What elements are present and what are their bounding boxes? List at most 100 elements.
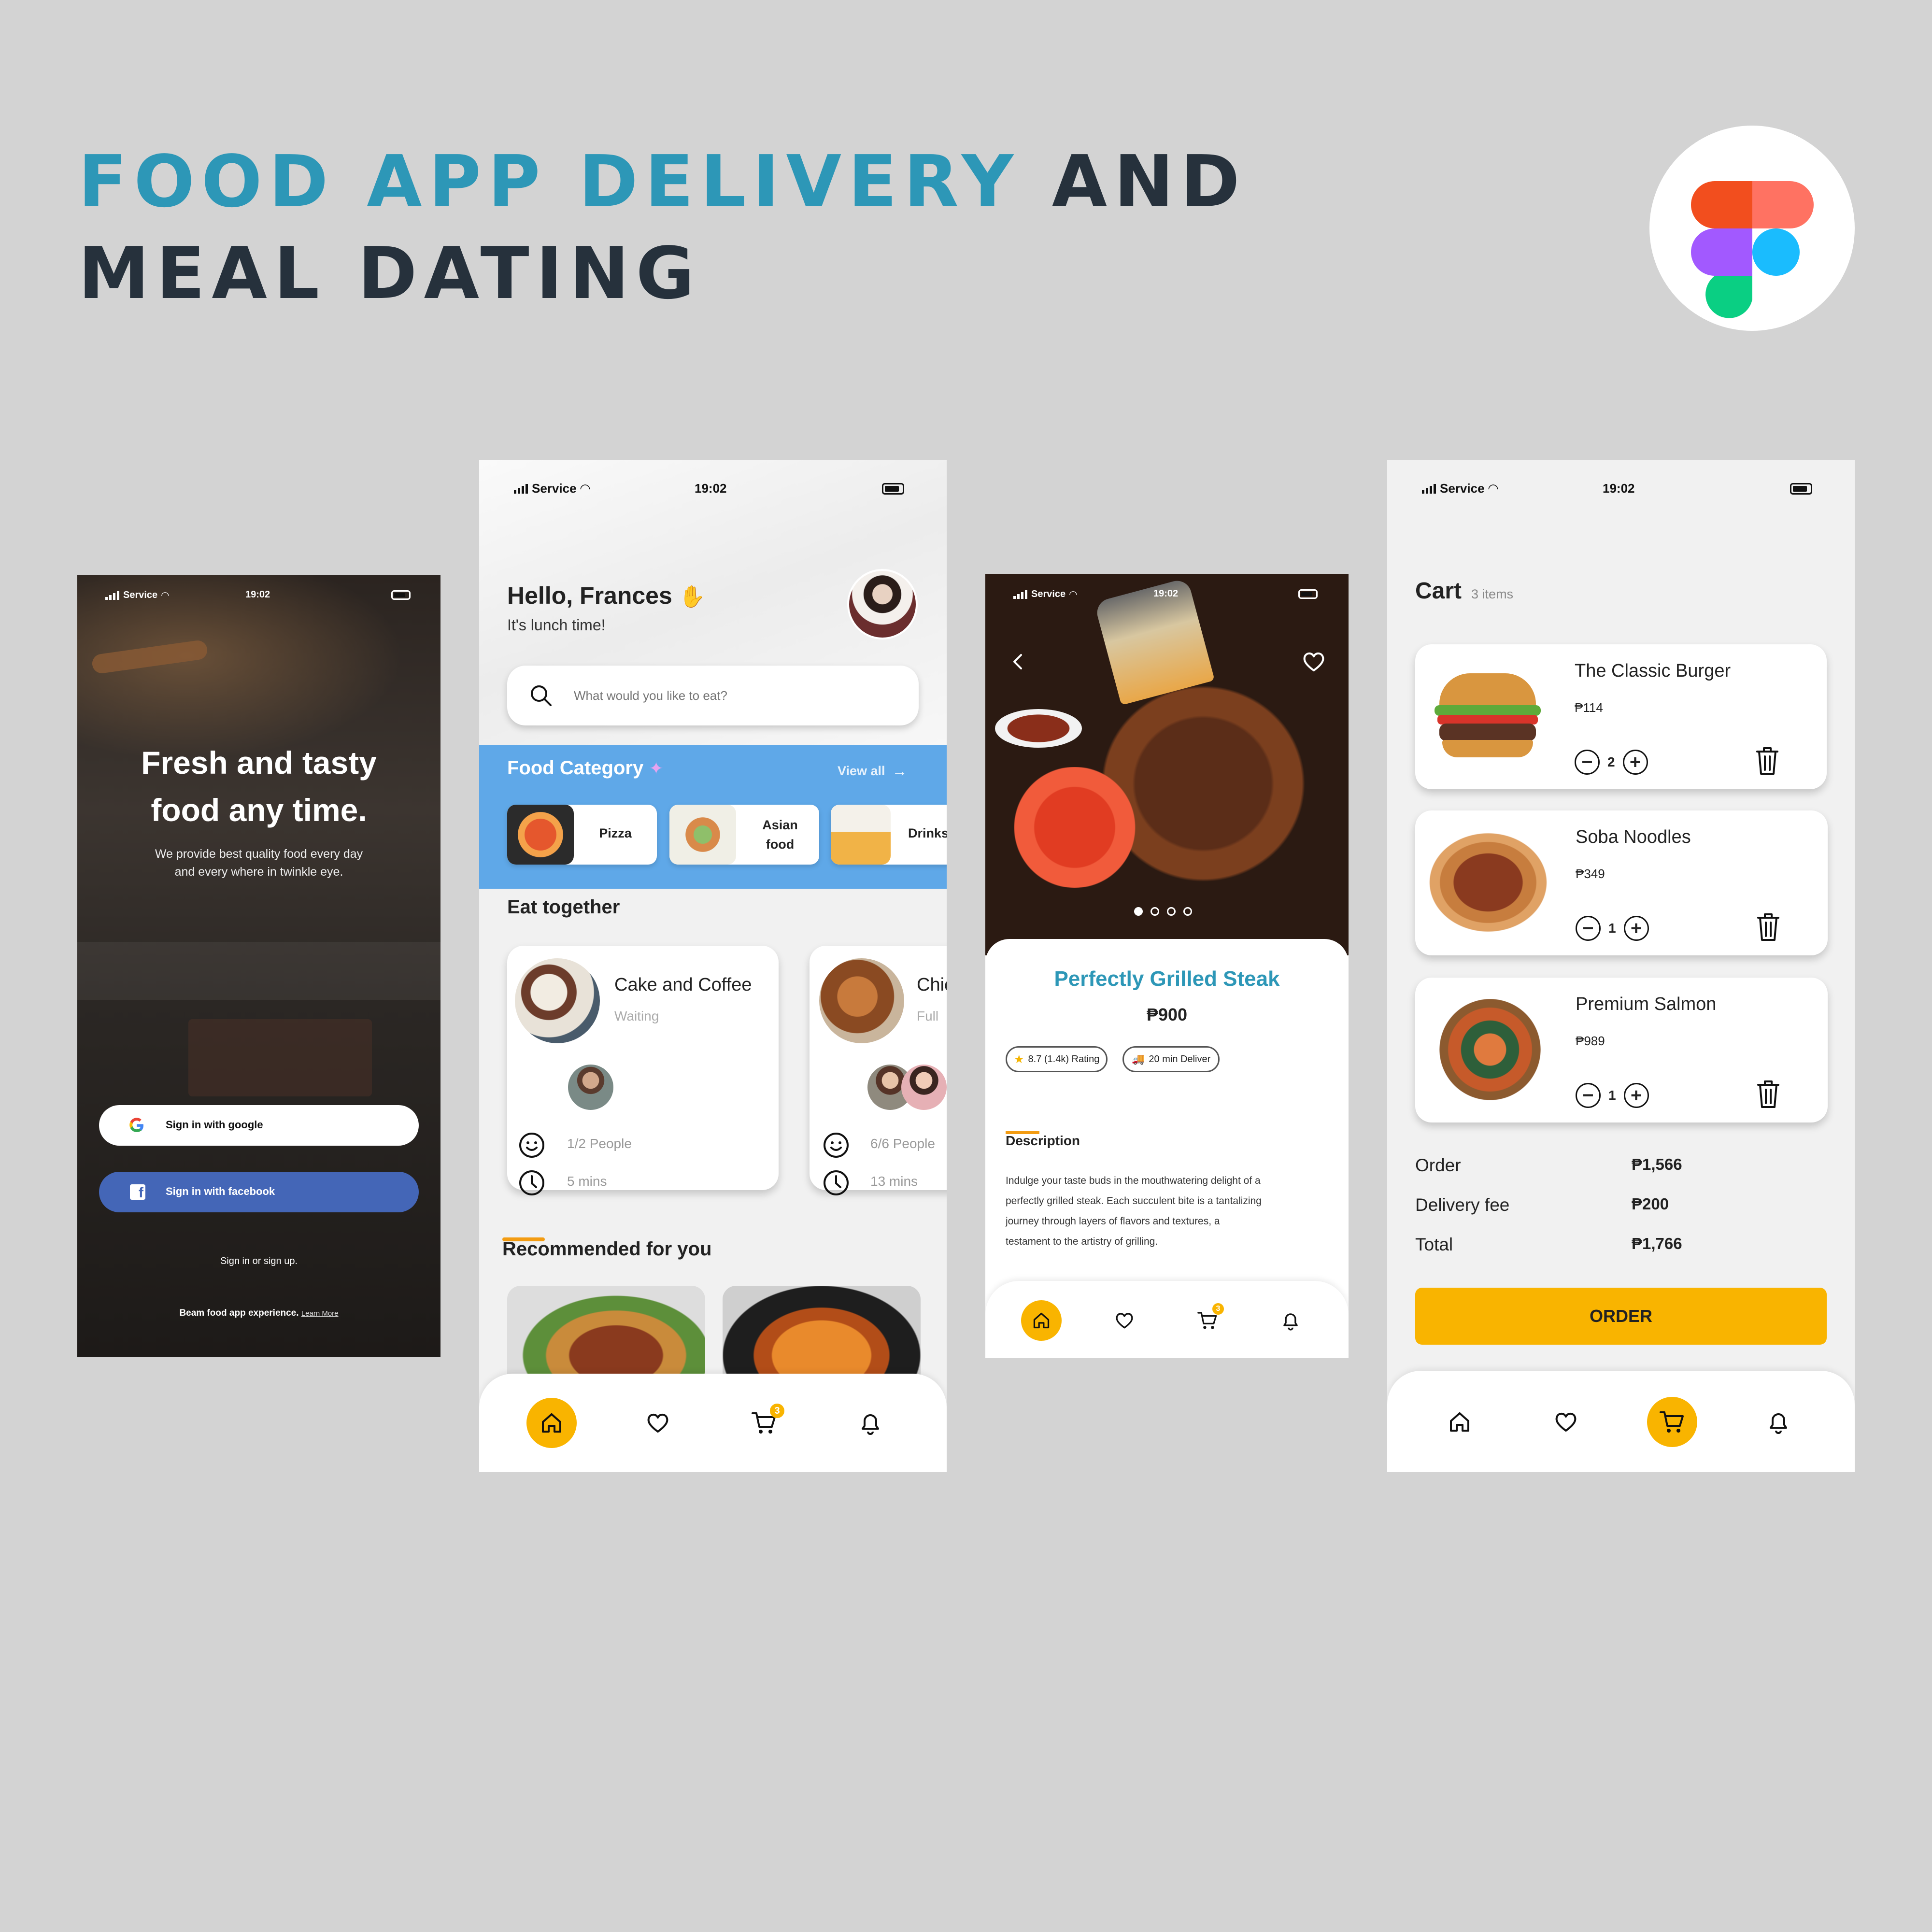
cafe-counter bbox=[188, 1019, 372, 1096]
qty-value: 1 bbox=[1608, 1088, 1616, 1103]
cart-count-badge: 3 bbox=[1212, 1303, 1224, 1315]
drinks-image bbox=[831, 805, 891, 865]
signal-indicator: Service ◠ bbox=[514, 481, 590, 496]
learn-more-link[interactable]: Learn More bbox=[301, 1309, 339, 1318]
figma-logo-badge bbox=[1649, 126, 1855, 331]
signal-icon bbox=[514, 483, 528, 494]
battery-icon bbox=[391, 590, 411, 600]
carousel-dots bbox=[1134, 907, 1192, 916]
battery-icon bbox=[882, 483, 904, 495]
delivery-pill: 🚚 20 min Deliver bbox=[1122, 1046, 1220, 1072]
cart-item-price: ₱989 bbox=[1576, 1034, 1605, 1048]
carousel-dot[interactable] bbox=[1167, 907, 1176, 916]
clock-time: 19:02 bbox=[1603, 481, 1635, 496]
food-detail-screen: Service ◠ 19:02 Perfectly Grilled Steak … bbox=[985, 574, 1349, 1358]
avatar[interactable] bbox=[847, 569, 918, 639]
decrease-qty-button[interactable]: − bbox=[1575, 750, 1600, 775]
facebook-signin-button[interactable]: f Sign in with facebook bbox=[99, 1172, 419, 1212]
nav-favorites[interactable] bbox=[1541, 1397, 1591, 1447]
nav-favorites[interactable] bbox=[633, 1398, 683, 1448]
participant-avatar[interactable] bbox=[901, 1065, 947, 1110]
back-icon[interactable] bbox=[1009, 651, 1028, 672]
nav-home[interactable] bbox=[1435, 1397, 1485, 1447]
quantity-stepper: − 1 + bbox=[1576, 916, 1649, 941]
nav-home[interactable] bbox=[1021, 1300, 1062, 1341]
total-value: ₱1,766 bbox=[1632, 1235, 1682, 1252]
decrease-qty-button[interactable]: − bbox=[1576, 1083, 1601, 1108]
login-footer: Beam food app experience. Learn More bbox=[77, 1308, 440, 1319]
waving-hand-icon: ✋ bbox=[679, 585, 706, 609]
delivery-text: 20 min Deliver bbox=[1149, 1053, 1211, 1065]
nav-notifications[interactable] bbox=[1753, 1397, 1804, 1447]
eat-card-status: Full bbox=[917, 1009, 939, 1023]
carrier-label: Service bbox=[123, 590, 158, 600]
view-all-link[interactable]: View all → bbox=[838, 762, 908, 780]
increase-qty-button[interactable]: + bbox=[1622, 750, 1648, 775]
dish-price: ₱900 bbox=[1146, 1005, 1188, 1024]
cake-coffee-image bbox=[515, 958, 600, 1043]
trash-icon[interactable] bbox=[1754, 1078, 1782, 1110]
eat-card-people: 1/2 People bbox=[567, 1136, 632, 1151]
smile-icon bbox=[519, 1133, 544, 1158]
sauce-bowl bbox=[995, 709, 1082, 748]
cart-item-name: Premium Salmon bbox=[1576, 994, 1717, 1014]
nav-notifications[interactable] bbox=[845, 1398, 895, 1448]
description-line: journey through layers of flavors and te… bbox=[1006, 1216, 1220, 1227]
eat-together-card[interactable]: Cake and Coffee Waiting 1/2 People 5 min… bbox=[507, 946, 779, 1195]
status-bar: Service ◠ 19:02 bbox=[985, 588, 1349, 602]
trash-icon[interactable] bbox=[1753, 745, 1781, 777]
carousel-dot[interactable] bbox=[1151, 907, 1159, 916]
page-title-blue: FOOD APP DELIVERY bbox=[78, 140, 1021, 223]
clock-time: 19:02 bbox=[245, 589, 270, 600]
increase-qty-button[interactable]: + bbox=[1623, 916, 1649, 941]
nav-cart[interactable]: 3 bbox=[739, 1398, 789, 1448]
page-title-dark: AND bbox=[1051, 140, 1247, 223]
search-bar[interactable] bbox=[507, 666, 919, 725]
eat-card-people: 6/6 People bbox=[870, 1136, 935, 1151]
delivery-truck-icon: 🚚 bbox=[1132, 1053, 1145, 1065]
nav-cart[interactable] bbox=[1647, 1397, 1697, 1447]
heart-icon[interactable] bbox=[1300, 648, 1327, 675]
page-title-line-1: FOOD APP DELIVERY AND bbox=[78, 146, 1247, 217]
bottom-nav bbox=[1387, 1371, 1855, 1472]
category-card-drinks[interactable]: Drinks bbox=[831, 805, 947, 865]
rating-text: 8.7 (1.4k) Rating bbox=[1028, 1053, 1100, 1065]
pizza-image bbox=[507, 805, 574, 865]
wifi-icon: ◠ bbox=[1488, 481, 1498, 496]
search-input[interactable] bbox=[574, 682, 888, 709]
eat-card-status: Waiting bbox=[614, 1009, 659, 1023]
carousel-dot[interactable] bbox=[1134, 907, 1143, 916]
description-line: testament to the artistry of grilling. bbox=[1006, 1236, 1158, 1247]
nav-favorites[interactable] bbox=[1104, 1300, 1145, 1341]
nav-notifications[interactable] bbox=[1270, 1300, 1311, 1341]
wifi-icon: ◠ bbox=[1069, 589, 1077, 600]
category-card-asian[interactable]: Asian food bbox=[669, 805, 819, 865]
eat-together-title: Eat together bbox=[507, 896, 620, 918]
category-card-pizza[interactable]: Pizza bbox=[507, 805, 657, 865]
participant-avatar[interactable] bbox=[568, 1065, 613, 1110]
qty-value: 2 bbox=[1607, 754, 1615, 769]
carrier-label: Service bbox=[1440, 481, 1485, 496]
eat-card-time: 13 mins bbox=[870, 1174, 918, 1189]
trash-icon[interactable] bbox=[1754, 911, 1782, 943]
increase-qty-button[interactable]: + bbox=[1623, 1083, 1649, 1108]
google-signin-button[interactable]: Sign in with google bbox=[99, 1105, 419, 1146]
asian-food-image bbox=[669, 805, 736, 865]
decrease-qty-button[interactable]: − bbox=[1576, 916, 1601, 941]
nav-cart[interactable]: 3 bbox=[1187, 1300, 1228, 1341]
cart-item-count: 3 items bbox=[1471, 587, 1514, 601]
smile-icon bbox=[824, 1133, 849, 1158]
headline-line-2: food any time. bbox=[151, 792, 367, 828]
battery-icon bbox=[1790, 483, 1812, 495]
signin-signup-link[interactable]: Sign in or sign up. bbox=[77, 1256, 440, 1267]
facebook-signin-label: Sign in with facebook bbox=[166, 1185, 275, 1197]
description-line: Indulge your taste buds in the mouthwate… bbox=[1006, 1175, 1261, 1186]
carousel-dot[interactable] bbox=[1183, 907, 1192, 916]
cart-item: Soba Noodles ₱349 − 1 + bbox=[1415, 810, 1828, 955]
greeting-heading: Hello, Frances ✋ bbox=[507, 582, 706, 610]
nav-home[interactable] bbox=[526, 1398, 577, 1448]
order-button[interactable]: ORDER bbox=[1415, 1288, 1827, 1345]
star-icon: ★ bbox=[1014, 1052, 1024, 1066]
eat-together-card[interactable]: Chicken Full 6/6 People 13 mins bbox=[810, 946, 947, 1195]
cart-title: Cart bbox=[1415, 578, 1462, 604]
